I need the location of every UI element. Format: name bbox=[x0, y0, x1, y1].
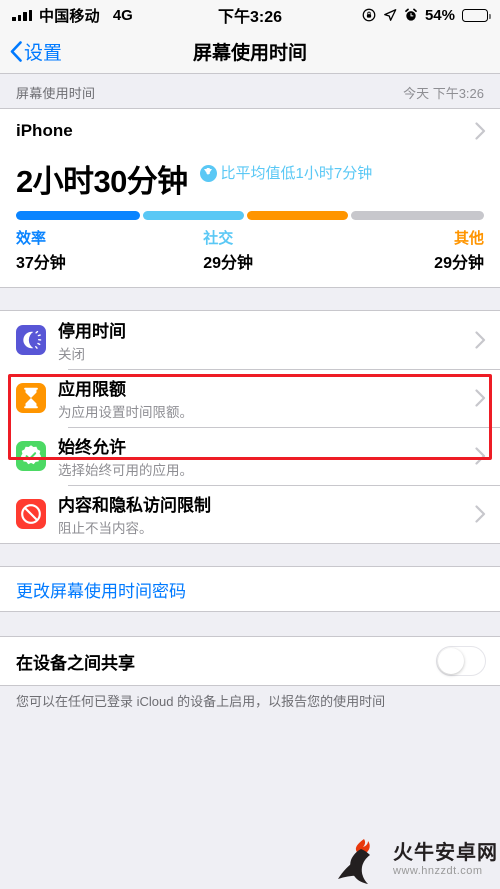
usage-summary-top: 2小时30分钟 比平均值低1小时7分钟 bbox=[16, 159, 484, 205]
battery-percent-label: 54% bbox=[424, 6, 455, 24]
chevron-right-icon bbox=[475, 122, 486, 140]
group-spacer-3 bbox=[0, 612, 500, 636]
usage-bar-segment bbox=[246, 211, 348, 220]
usage-bar-segment bbox=[142, 211, 244, 220]
toggle-knob bbox=[438, 648, 464, 674]
battery-icon bbox=[462, 8, 491, 22]
share-across-devices-toggle[interactable] bbox=[436, 646, 486, 676]
change-passcode-row[interactable]: 更改屏幕使用时间密码 bbox=[0, 567, 500, 611]
total-screen-time: 2小时30分钟 bbox=[16, 164, 188, 199]
settings-row-subtitle: 关闭 bbox=[58, 347, 85, 362]
settings-row-title: 应用限额 bbox=[58, 380, 126, 399]
share-across-devices-footnote: 您可以在任何已登录 iCloud 的设备上启用，以报告您的使用时间 bbox=[16, 694, 386, 709]
back-button-label: 设置 bbox=[24, 43, 63, 64]
settings-row-title: 内容和隐私访问限制 bbox=[58, 496, 211, 515]
share-across-devices-group: 在设备之间共享 bbox=[0, 636, 500, 686]
settings-row-texts: 内容和隐私访问限制阻止不当内容。 bbox=[58, 491, 211, 537]
prohibition-icon bbox=[16, 499, 46, 529]
settings-row-subtitle: 为应用设置时间限额。 bbox=[58, 405, 193, 420]
settings-row-subtitle: 选择始终可用的应用。 bbox=[58, 463, 193, 478]
screen-time-settings-screen: 中国移动 4G 下午3:26 54% 设置 屏幕使用时间 屏幕使用时间 今天 下… bbox=[0, 0, 500, 889]
downtime-moon-icon bbox=[16, 325, 46, 355]
section-header-timestamp: 今天 下午3:26 bbox=[403, 86, 484, 101]
chevron-right-icon bbox=[475, 505, 486, 523]
average-comparison-label: 比平均值低1小时7分钟 bbox=[220, 165, 373, 182]
group-spacer-1 bbox=[0, 288, 500, 310]
lock-rotation-icon bbox=[362, 8, 376, 22]
share-across-devices-row[interactable]: 在设备之间共享 bbox=[0, 637, 500, 685]
chevron-right-icon bbox=[475, 389, 486, 407]
watermark-name: 火牛安卓网 bbox=[393, 842, 498, 864]
status-bar: 中国移动 4G 下午3:26 54% bbox=[0, 0, 500, 30]
chevron-right-icon bbox=[475, 331, 486, 349]
alarm-clock-icon bbox=[405, 8, 417, 21]
settings-row-2[interactable]: 应用限额为应用设置时间限额。 bbox=[0, 369, 500, 427]
usage-legend-item: 社交 29分钟 bbox=[203, 227, 367, 273]
carrier-label: 中国移动 bbox=[39, 7, 100, 25]
usage-summary: 2小时30分钟 比平均值低1小时7分钟 效率 37分钟 社交 29分钟 其他 29分钟 bbox=[0, 153, 500, 287]
usage-bar-chart bbox=[16, 211, 485, 220]
settings-row-texts: 停用时间 关闭 bbox=[58, 317, 126, 363]
navigation-bar: 设置 屏幕使用时间 bbox=[0, 30, 500, 74]
settings-row-texts: 应用限额为应用设置时间限额。 bbox=[58, 375, 193, 421]
hourglass-icon bbox=[16, 383, 46, 413]
page-title: 屏幕使用时间 bbox=[192, 43, 307, 64]
chevron-right-icon bbox=[475, 447, 486, 465]
settings-row-title: 始终允许 bbox=[58, 438, 126, 457]
usage-legend-item: 其他 29分钟 bbox=[367, 227, 484, 273]
passcode-group: 更改屏幕使用时间密码 bbox=[0, 566, 500, 612]
network-type-label: 4G bbox=[112, 6, 133, 24]
status-bar-right: 54% bbox=[362, 6, 491, 24]
usage-bar-segment bbox=[16, 211, 140, 220]
back-button[interactable]: 设置 bbox=[10, 38, 62, 65]
arrow-down-circle-icon bbox=[199, 165, 217, 182]
flaming-bull-logo-icon bbox=[338, 839, 370, 884]
group-spacer-2 bbox=[0, 544, 500, 566]
usage-legend-value: 37分钟 bbox=[16, 255, 66, 272]
usage-legend-item: 效率 37分钟 bbox=[16, 227, 203, 273]
average-comparison: 比平均值低1小时7分钟 bbox=[199, 164, 373, 183]
usage-legend-category: 效率 bbox=[16, 230, 47, 247]
signal-bars-icon bbox=[12, 9, 32, 21]
settings-row-1[interactable]: 停用时间 关闭 bbox=[0, 311, 500, 369]
share-across-devices-label: 在设备之间共享 bbox=[16, 653, 135, 673]
device-name-label: iPhone bbox=[16, 121, 73, 140]
screen-time-controls-group: 停用时间关闭应用限额为应用设置时间限额。始终允许选择始终可用的应用。内容和隐私访… bbox=[0, 310, 500, 544]
section-header-label: 屏幕使用时间 bbox=[16, 86, 96, 101]
usage-legend-value: 29分钟 bbox=[434, 255, 484, 272]
checkmark-badge-icon bbox=[16, 441, 46, 471]
status-bar-left: 中国移动 4G bbox=[12, 5, 133, 26]
settings-row-4[interactable]: 内容和隐私访问限制阻止不当内容。 bbox=[0, 485, 500, 543]
usage-legend-category: 社交 bbox=[203, 230, 234, 247]
settings-row-title: 停用时间 bbox=[58, 322, 126, 341]
screen-time-section-header: 屏幕使用时间 今天 下午3:26 bbox=[0, 74, 500, 108]
settings-row-3[interactable]: 始终允许选择始终可用的应用。 bbox=[0, 427, 500, 485]
usage-legend: 效率 37分钟 社交 29分钟 其他 29分钟 bbox=[16, 227, 484, 273]
chevron-left-icon bbox=[10, 41, 22, 62]
watermark-url: www.hnzzdt.com bbox=[393, 865, 483, 877]
watermark-text: 火牛安卓网 www.hnzzdt.com bbox=[393, 843, 498, 877]
usage-legend-category: 其他 bbox=[453, 230, 484, 247]
device-row-iphone[interactable]: iPhone bbox=[0, 109, 500, 153]
usage-bar-segment bbox=[350, 211, 485, 220]
change-passcode-label: 更改屏幕使用时间密码 bbox=[16, 581, 186, 601]
settings-row-subtitle: 阻止不当内容。 bbox=[58, 521, 153, 536]
watermark: 火牛安卓网 www.hnzzdt.com bbox=[331, 833, 498, 887]
location-arrow-icon bbox=[384, 9, 397, 21]
settings-row-texts: 始终允许选择始终可用的应用。 bbox=[58, 433, 193, 479]
usage-legend-value: 29分钟 bbox=[203, 255, 253, 272]
screen-time-summary-group: iPhone 2小时30分钟 比平均值低1小时7分钟 效率 37分钟 社交 29分钟其… bbox=[0, 108, 500, 288]
